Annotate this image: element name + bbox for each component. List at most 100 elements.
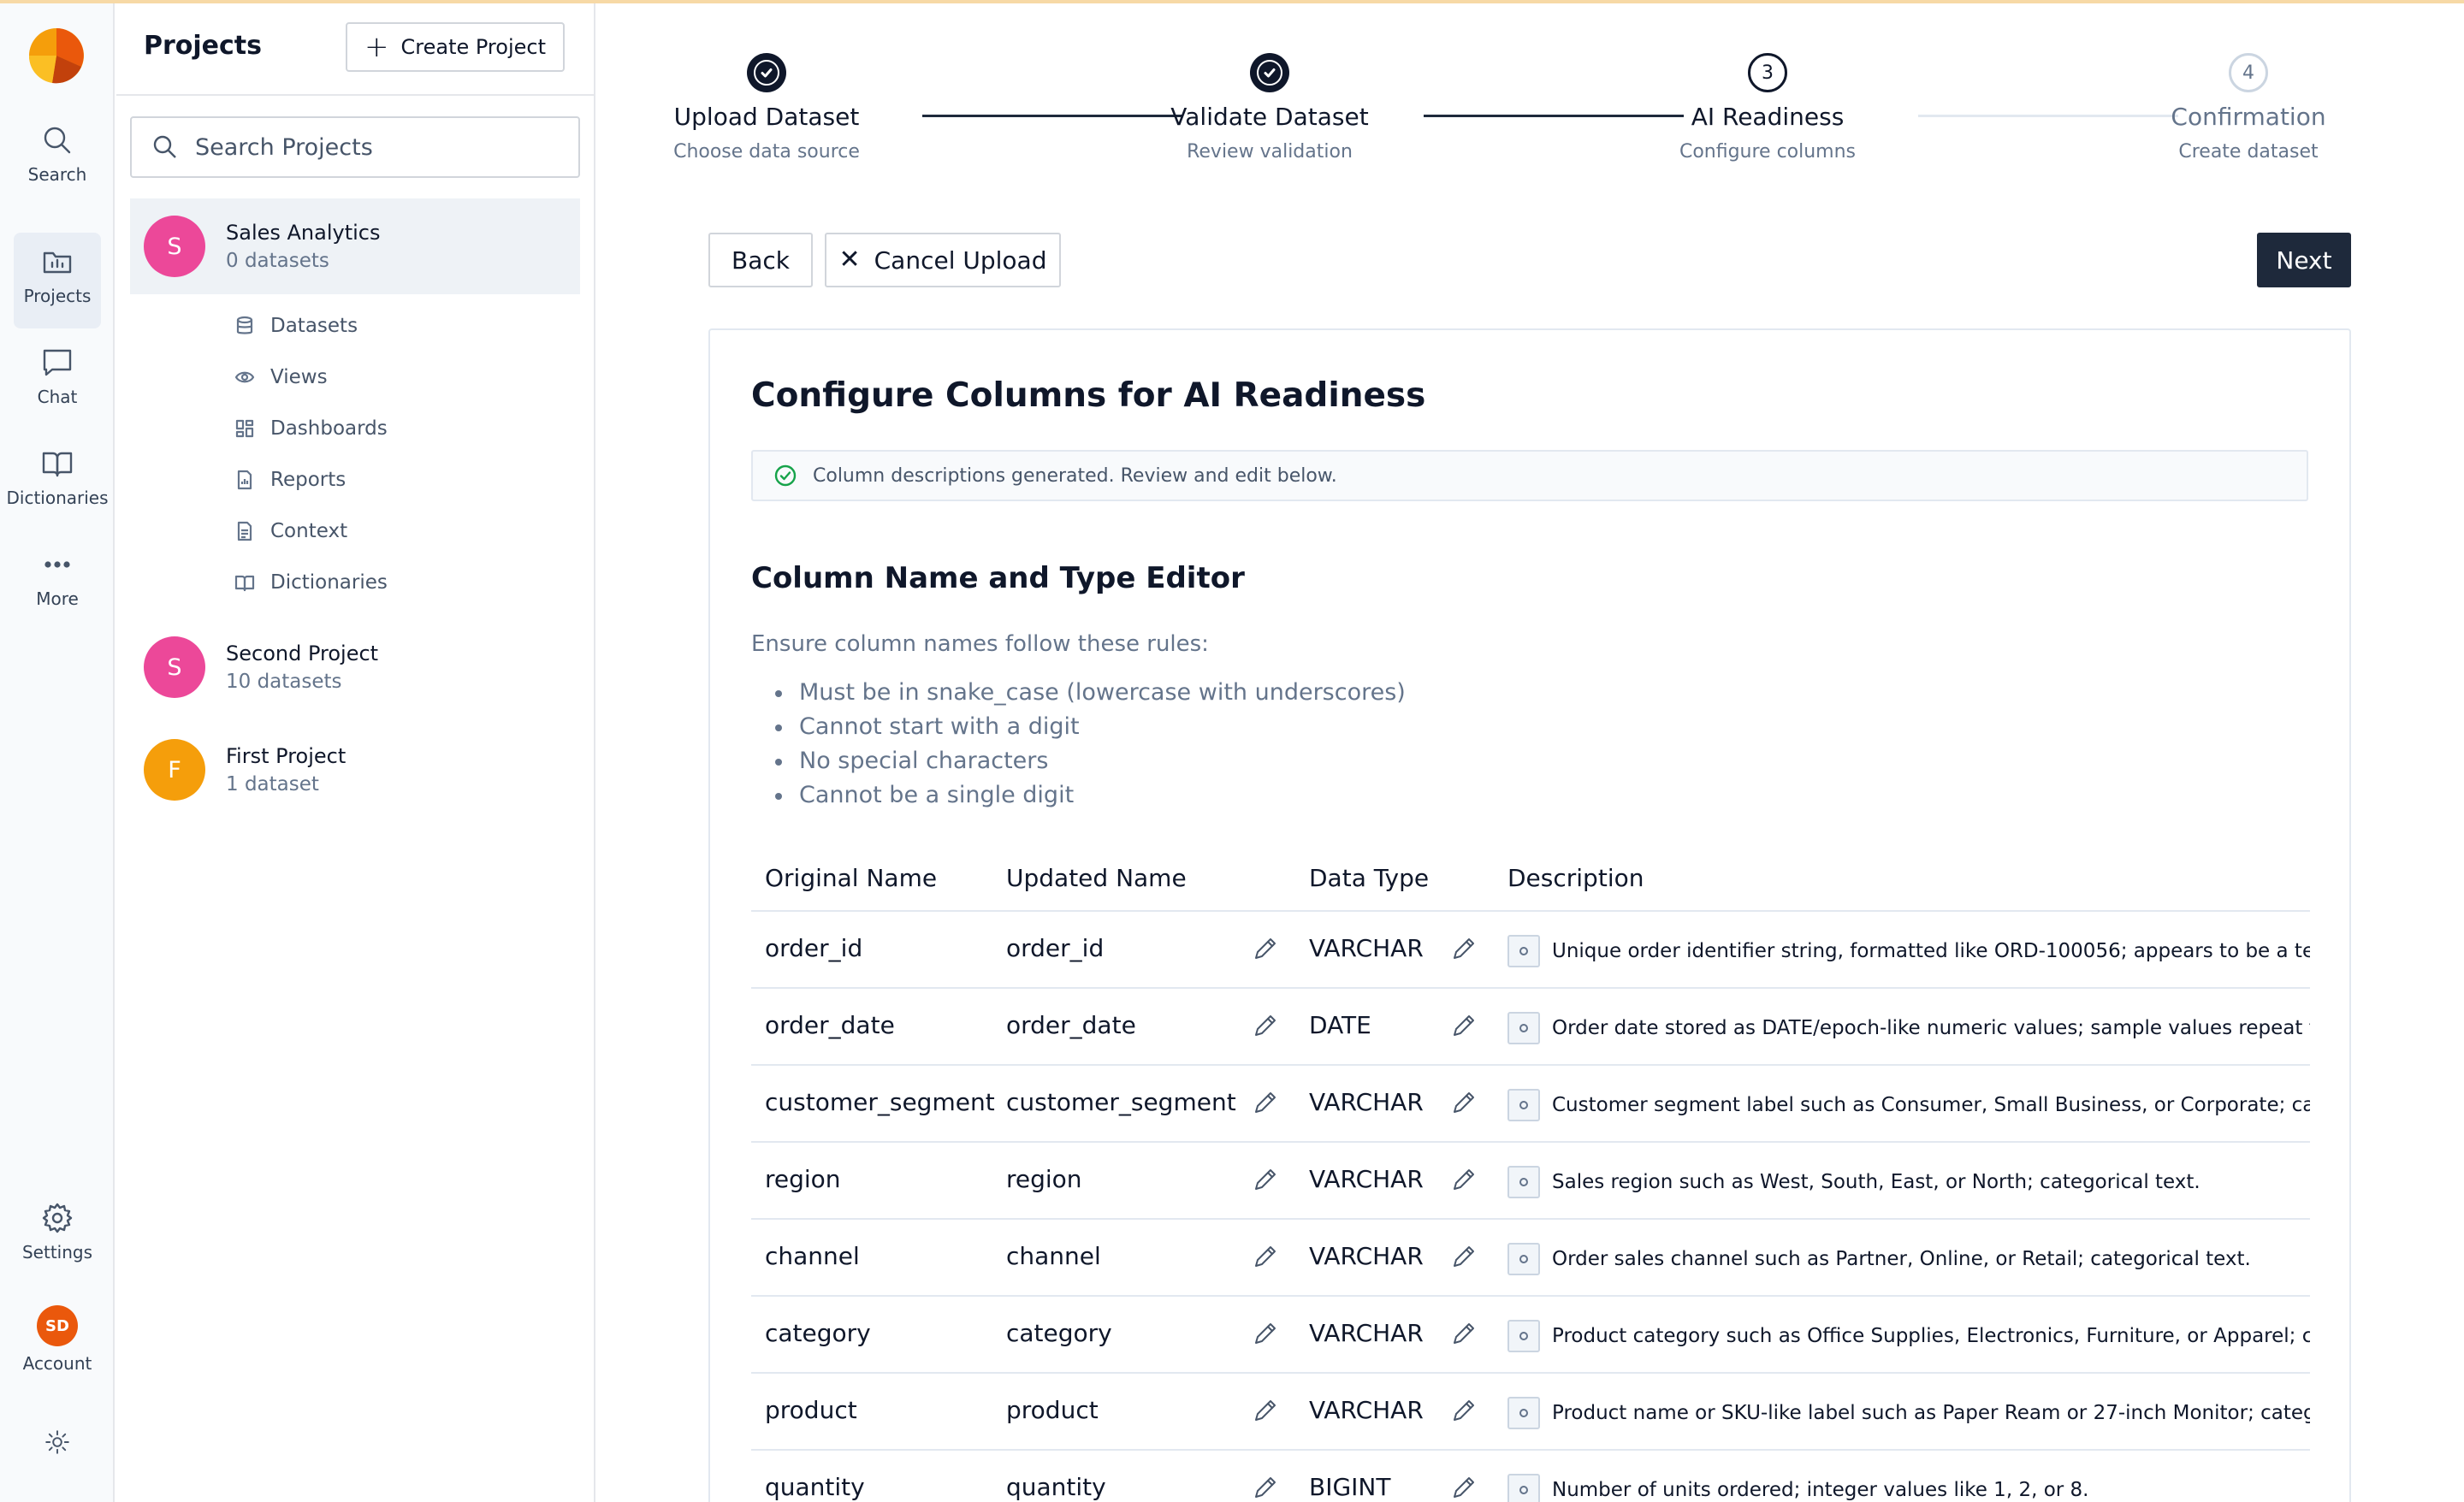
back-button[interactable]: Back: [708, 233, 813, 287]
table-row: quantity quantity BIGINT Number of units or…: [751, 1451, 2310, 1502]
updated-name-cell[interactable]: region: [1006, 1165, 1082, 1193]
description-cell: Sales region such as West, South, East, …: [1507, 1163, 2310, 1201]
edit-name-pencil-icon[interactable]: [1251, 1011, 1280, 1040]
app-logo[interactable]: [28, 27, 85, 84]
radio-dot-icon: [1519, 1024, 1528, 1032]
step-number-badge: 4: [2229, 53, 2268, 92]
original-name-cell: region: [765, 1165, 841, 1193]
description-text[interactable]: Product category such as Office Supplies…: [1552, 1325, 2310, 1347]
step-ai-readiness: 3 AI Readiness Configure columns: [1631, 53, 1904, 163]
description-text[interactable]: Sales region such as West, South, East, …: [1552, 1171, 2200, 1193]
data-type-cell[interactable]: VARCHAR: [1309, 1165, 1424, 1193]
updated-name-cell[interactable]: order_id: [1006, 934, 1104, 962]
updated-name-cell[interactable]: channel: [1006, 1242, 1101, 1270]
project-name: Second Project: [226, 642, 379, 665]
data-type-cell[interactable]: DATE: [1309, 1011, 1371, 1039]
rail-chat[interactable]: Chat: [14, 346, 101, 423]
description-cell: Unique order identifier string, formatte…: [1507, 932, 2310, 970]
check-icon: [761, 68, 773, 78]
edit-name-pencil-icon[interactable]: [1251, 1473, 1280, 1502]
rail-projects[interactable]: Projects: [14, 233, 101, 328]
rail-search[interactable]: Search: [14, 123, 101, 200]
description-toggle-checkbox[interactable]: [1507, 935, 1540, 967]
subnav-datasets[interactable]: Datasets: [234, 305, 542, 347]
edit-name-pencil-icon[interactable]: [1251, 934, 1280, 963]
data-type-cell[interactable]: VARCHAR: [1309, 934, 1424, 962]
description-cell: Product category such as Office Supplies…: [1507, 1317, 2310, 1355]
edit-type-pencil-icon[interactable]: [1449, 1088, 1478, 1117]
description-text[interactable]: Number of units ordered; integer values …: [1552, 1479, 2088, 1501]
edit-type-pencil-icon[interactable]: [1449, 1242, 1478, 1271]
description-text[interactable]: Product name or SKU-like label such as P…: [1552, 1402, 2310, 1424]
updated-name-cell[interactable]: order_date: [1006, 1011, 1136, 1039]
edit-type-pencil-icon[interactable]: [1449, 1165, 1478, 1194]
rail-more[interactable]: More: [14, 547, 101, 624]
step-description: Choose data source: [673, 141, 860, 163]
subnav-dictionaries[interactable]: Dictionaries: [234, 561, 542, 604]
table-row: product product VARCHAR Product name or SKU…: [751, 1374, 2310, 1451]
project-item-first-project[interactable]: F First Project 1 dataset: [130, 722, 580, 818]
subnav-reports[interactable]: Reports: [234, 458, 542, 501]
updated-name-cell[interactable]: product: [1006, 1396, 1099, 1424]
edit-name-pencil-icon[interactable]: [1251, 1088, 1280, 1117]
rule-item: Must be in snake_case (lowercase with un…: [773, 676, 1406, 710]
edit-name-pencil-icon[interactable]: [1251, 1165, 1280, 1194]
description-text[interactable]: Unique order identifier string, formatte…: [1552, 940, 2310, 962]
description-text[interactable]: Order date stored as DATE/epoch-like num…: [1552, 1017, 2310, 1039]
rail-settings[interactable]: Settings: [14, 1201, 101, 1278]
edit-type-pencil-icon[interactable]: [1449, 1319, 1478, 1348]
edit-name-pencil-icon[interactable]: [1251, 1319, 1280, 1348]
project-search[interactable]: [130, 116, 580, 178]
updated-name-cell[interactable]: category: [1006, 1319, 1112, 1347]
theme-toggle[interactable]: [14, 1428, 101, 1466]
rail-account[interactable]: SD Account: [14, 1305, 101, 1382]
project-item-second-project[interactable]: S Second Project 10 datasets: [130, 619, 580, 715]
description-toggle-checkbox[interactable]: [1507, 1089, 1540, 1121]
subnav-reports-label: Reports: [270, 469, 346, 491]
edit-type-pencil-icon[interactable]: [1449, 1011, 1478, 1040]
document-icon: [237, 521, 252, 541]
panel-divider: [116, 94, 594, 96]
project-search-input[interactable]: [195, 133, 572, 161]
project-item-sales-analytics[interactable]: S Sales Analytics 0 datasets: [130, 198, 580, 294]
radio-dot-icon: [1519, 947, 1528, 955]
step-validate-dataset: Validate Dataset Review validation: [1133, 53, 1407, 163]
edit-type-pencil-icon[interactable]: [1449, 1473, 1478, 1502]
edit-type-pencil-icon[interactable]: [1449, 1396, 1478, 1425]
cancel-upload-button[interactable]: ✕ Cancel Upload: [825, 233, 1061, 287]
rail-dictionaries[interactable]: Dictionaries: [6, 446, 109, 523]
data-type-cell[interactable]: BIGINT: [1309, 1473, 1390, 1501]
updated-name-cell[interactable]: customer_segment: [1006, 1088, 1236, 1116]
radio-dot-icon: [1519, 1101, 1528, 1109]
description-text[interactable]: Order sales channel such as Partner, Onl…: [1552, 1248, 2251, 1270]
subnav-views[interactable]: Views: [234, 356, 542, 399]
data-type-cell[interactable]: VARCHAR: [1309, 1088, 1424, 1116]
updated-name-cell[interactable]: quantity: [1006, 1473, 1106, 1501]
report-icon: [237, 470, 252, 490]
data-type-cell[interactable]: VARCHAR: [1309, 1319, 1424, 1347]
step-title: AI Readiness: [1691, 103, 1845, 131]
description-toggle-checkbox[interactable]: [1507, 1474, 1540, 1502]
description-toggle-checkbox[interactable]: [1507, 1243, 1540, 1275]
radio-dot-icon: [1519, 1486, 1528, 1494]
project-dataset-count: 0 datasets: [226, 250, 329, 272]
next-button[interactable]: Next: [2257, 233, 2351, 287]
create-project-button[interactable]: + Create Project: [346, 22, 565, 72]
data-type-cell[interactable]: VARCHAR: [1309, 1396, 1424, 1424]
subnav-context-label: Context: [270, 520, 348, 542]
description-toggle-checkbox[interactable]: [1507, 1397, 1540, 1429]
description-toggle-checkbox[interactable]: [1507, 1012, 1540, 1044]
edit-name-pencil-icon[interactable]: [1251, 1242, 1280, 1271]
description-toggle-checkbox[interactable]: [1507, 1320, 1540, 1352]
edit-type-pencil-icon[interactable]: [1449, 934, 1478, 963]
subnav-context[interactable]: Context: [234, 510, 542, 553]
data-type-cell[interactable]: VARCHAR: [1309, 1242, 1424, 1270]
original-name-cell: category: [765, 1319, 871, 1347]
step-title: Confirmation: [2171, 103, 2326, 131]
description-toggle-checkbox[interactable]: [1507, 1166, 1540, 1198]
description-text[interactable]: Customer segment label such as Consumer,…: [1552, 1094, 2310, 1116]
subnav-dashboards[interactable]: Dashboards: [234, 407, 542, 450]
project-name: First Project: [226, 744, 346, 768]
edit-name-pencil-icon[interactable]: [1251, 1396, 1280, 1425]
description-cell: Product name or SKU-like label such as P…: [1507, 1394, 2310, 1432]
